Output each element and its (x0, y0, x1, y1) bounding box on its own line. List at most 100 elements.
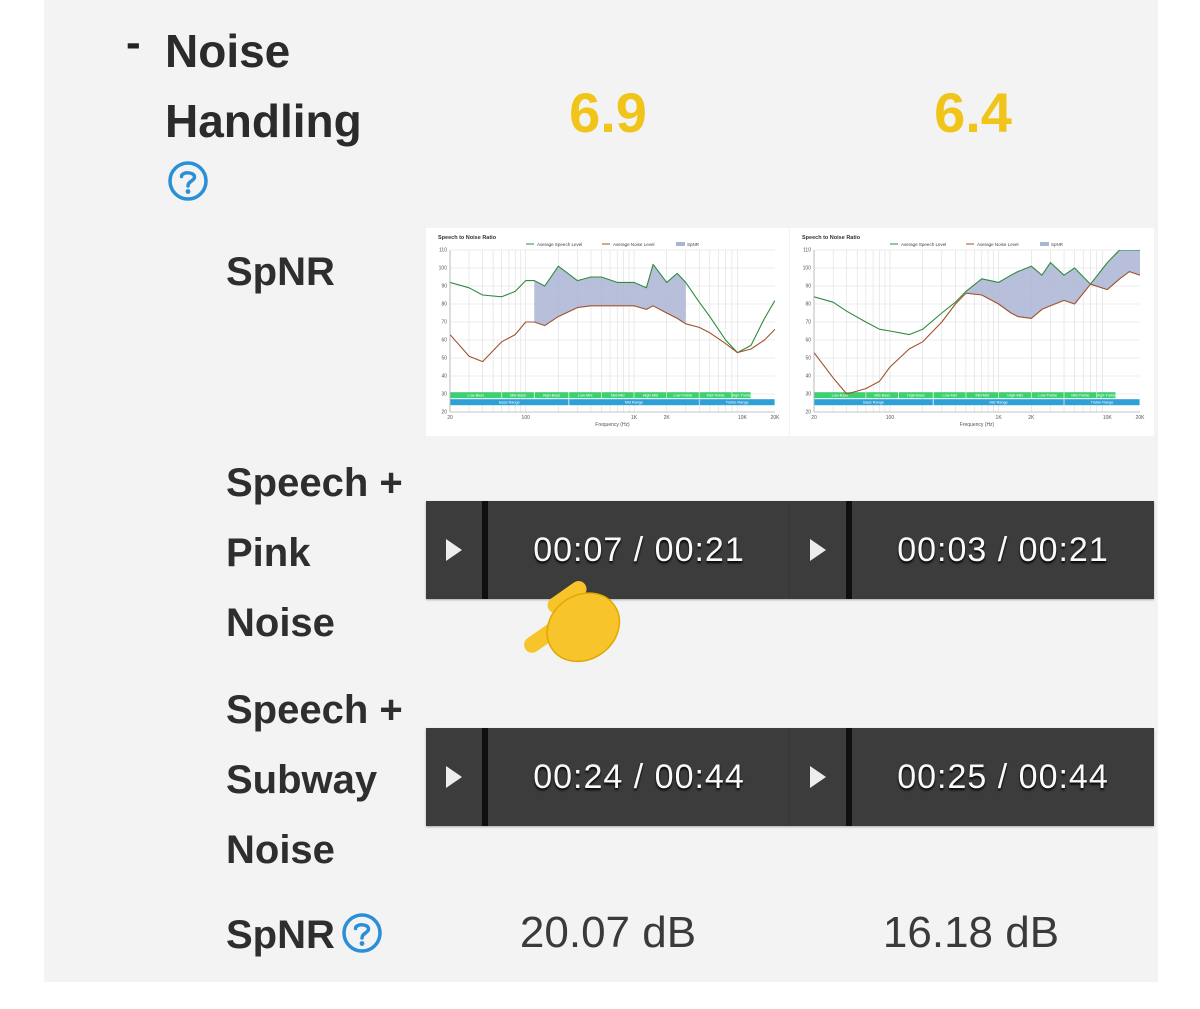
y-tick-label: 30 (805, 392, 811, 398)
row-label-line: Noise (226, 828, 335, 872)
band-label: High-Bass (907, 394, 925, 398)
y-tick-label: 30 (441, 392, 447, 398)
row-label-subway-noise: Speech + Subway Noise (226, 675, 403, 885)
x-tick-label: 100 (522, 415, 531, 421)
y-tick-label: 50 (441, 356, 447, 362)
audio-player-subway-1[interactable]: 00:24 / 00:44 (426, 728, 790, 826)
band-label: Low-Bass (832, 394, 849, 398)
y-tick-label: 80 (805, 302, 811, 308)
spnr-value-product-1: 20.07 dB (519, 908, 697, 957)
spnr-graph-label: SpNR (226, 250, 335, 294)
y-tick-label: 40 (441, 374, 447, 380)
band-label: Mid-Bass (874, 394, 890, 398)
range-label: Bass Range (863, 401, 884, 405)
spnr-chart-1[interactable]: Speech to Noise Ratio Average Speech Leve… (426, 228, 789, 436)
play-button[interactable] (426, 728, 488, 826)
x-tick-label: 1K (631, 415, 638, 421)
row-label-pink-noise: Speech + Pink Noise (226, 448, 403, 658)
chart-title: Speech to Noise Ratio (438, 235, 497, 241)
x-tick-label: 20 (811, 415, 817, 421)
band-label: Low-Bass (468, 394, 485, 398)
band-label: Low-Treble (1038, 394, 1057, 398)
x-tick-label: 20K (1136, 415, 1146, 421)
help-circle-icon[interactable] (167, 160, 209, 207)
y-tick-label: 50 (805, 356, 811, 362)
band-label: High-Bass (543, 394, 561, 398)
x-tick-label: 1K (996, 415, 1003, 421)
play-icon (810, 766, 826, 788)
y-tick-label: 60 (805, 338, 811, 344)
speech-level-line (450, 263, 775, 354)
x-tick-label: 10K (738, 415, 748, 421)
row-label-line: Subway (226, 758, 378, 802)
band-label: High-Treble (732, 394, 752, 398)
y-tick-label: 90 (441, 284, 447, 290)
audio-player-subway-2[interactable]: 00:25 / 00:44 (790, 728, 1154, 826)
x-tick-label: 20K (771, 415, 781, 421)
collapse-toggle[interactable]: - (126, 18, 141, 68)
band-label: High-Treble (1096, 394, 1116, 398)
x-tick-label: 10K (1103, 415, 1113, 421)
range-label: Treble Range (726, 401, 749, 405)
y-tick-label: 110 (803, 248, 811, 254)
range-label: Treble Range (1091, 401, 1114, 405)
time-display: 00:03 / 00:21 (897, 530, 1109, 569)
audio-player-pink-2[interactable]: 00:03 / 00:21 (790, 501, 1154, 599)
y-tick-label: 110 (439, 248, 447, 254)
x-tick-label: 20 (447, 415, 453, 421)
time-display: 00:24 / 00:44 (533, 757, 745, 796)
spnr-chart-1-svg: Speech to Noise Ratio Average Speech Leve… (438, 235, 781, 428)
y-tick-label: 70 (441, 320, 447, 326)
legend-label: Average Speech Level (537, 242, 582, 247)
row-label-line: Speech + (226, 461, 403, 505)
band-label: Mid-Bass (510, 394, 526, 398)
row-label-line: Pink (226, 531, 311, 575)
y-tick-label: 40 (805, 374, 811, 380)
band-label: Low-Mid (578, 394, 592, 398)
pointing-hand-emoji-icon (505, 555, 635, 685)
section-title: Noise Handling (165, 16, 362, 156)
section-title-line1: Noise (165, 25, 291, 77)
section-title-line2: Handling (165, 95, 362, 147)
band-label: High-Mid (1007, 394, 1022, 398)
y-tick-label: 70 (805, 320, 811, 326)
score-product-2: 6.4 (934, 81, 1012, 144)
range-label: Bass Range (499, 401, 520, 405)
chart-title: Speech to Noise Ratio (802, 235, 861, 241)
legend-label: Average Speech Level (901, 242, 946, 247)
noise-level-line (450, 305, 775, 363)
x-tick-label: 100 (886, 415, 895, 421)
y-tick-label: 80 (441, 302, 447, 308)
score-product-1: 6.9 (569, 81, 647, 144)
x-tick-label: 2K (664, 415, 671, 421)
x-axis-label: Frequency (Hz) (960, 422, 995, 428)
spnr-value-label: SpNR (226, 913, 335, 957)
row-label-line: Speech + (226, 688, 403, 732)
legend-label: Average Noise Level (613, 242, 654, 247)
time-display: 00:25 / 00:44 (897, 757, 1109, 796)
spnr-chart-2-svg: Speech to Noise Ratio Average Speech Leve… (802, 235, 1146, 428)
y-tick-label: 90 (805, 284, 811, 290)
y-tick-label: 100 (803, 266, 812, 272)
legend-swatch (1040, 242, 1049, 246)
play-button[interactable] (790, 501, 852, 599)
legend-label: SpNR (1051, 242, 1064, 247)
y-tick-label: 60 (441, 338, 447, 344)
band-label: Mid-Mid (976, 394, 990, 398)
band-label: Mid-Mid (611, 394, 625, 398)
range-label: Mid Range (989, 401, 1007, 405)
play-button[interactable] (790, 728, 852, 826)
spnr-chart-2[interactable]: Speech to Noise Ratio Average Speech Leve… (790, 228, 1154, 436)
band-label: Mid-Treble (1071, 394, 1089, 398)
x-tick-label: 2K (1028, 415, 1035, 421)
play-icon (446, 766, 462, 788)
spnr-value-product-2: 16.18 dB (882, 908, 1060, 957)
band-label: Low-Treble (674, 394, 693, 398)
legend-swatch (676, 242, 685, 246)
band-label: High-Mid (643, 394, 658, 398)
help-circle-icon[interactable] (341, 912, 383, 959)
band-label: Low-Mid (942, 394, 956, 398)
range-label: Mid Range (625, 401, 643, 405)
y-tick-label: 100 (439, 266, 448, 272)
play-button[interactable] (426, 501, 488, 599)
